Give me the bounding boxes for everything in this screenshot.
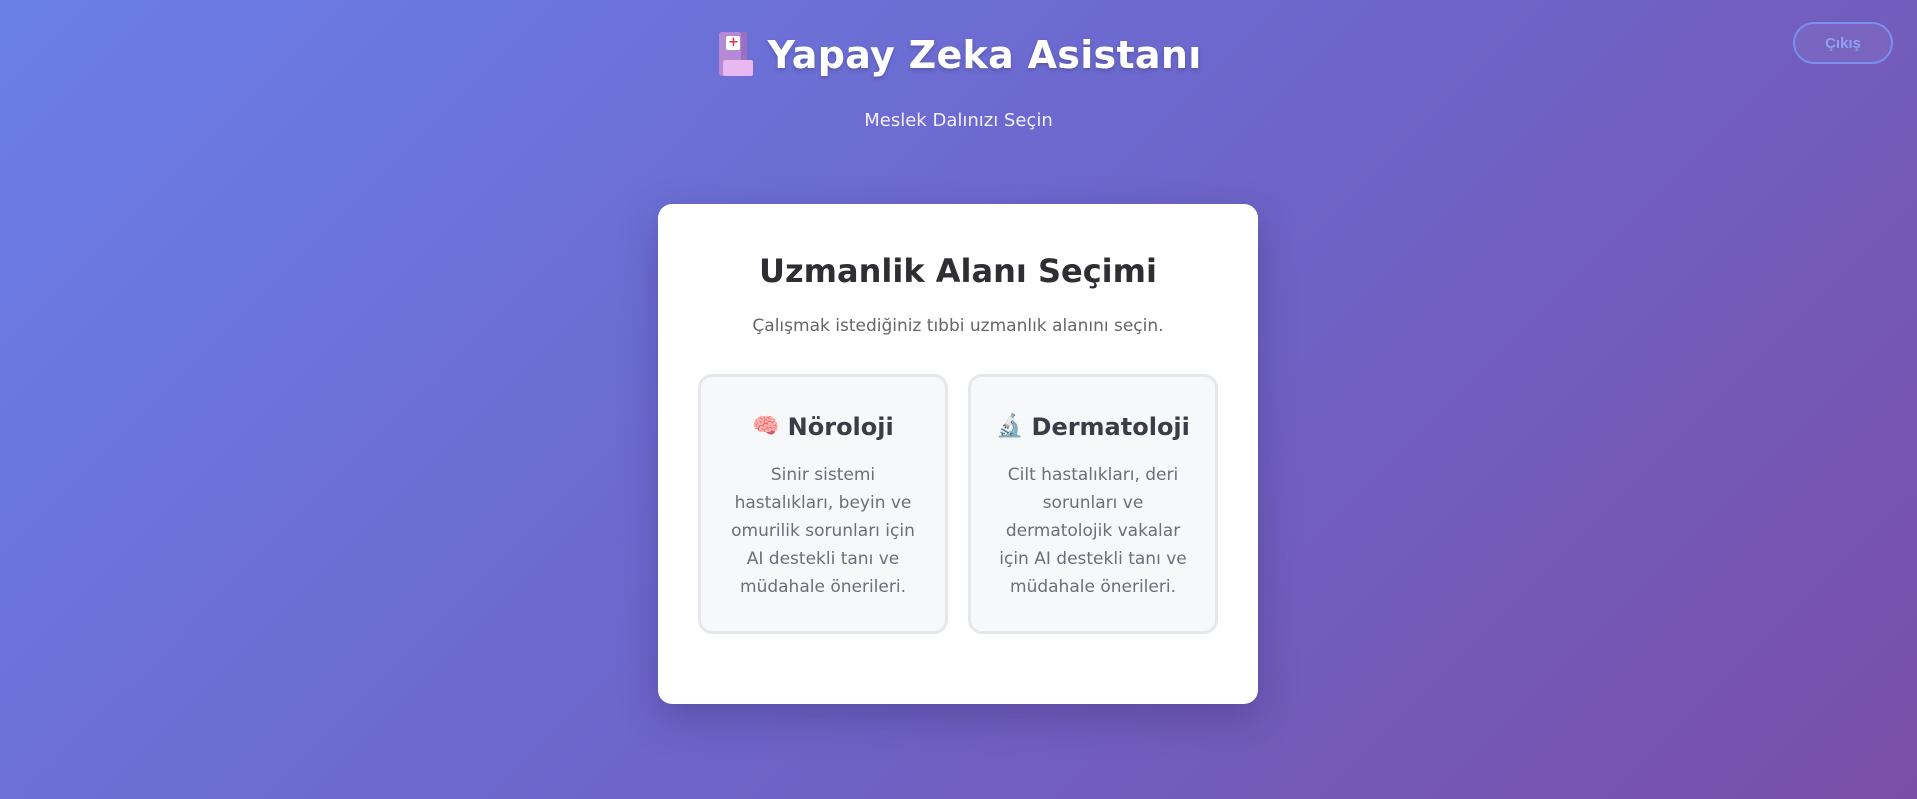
specialty-options: 🧠 Nöroloji Sinir sistemi hastalıkları, b… [698, 374, 1218, 634]
brain-icon: 🧠 [752, 414, 780, 439]
specialty-selection-card: Uzmanlik Alanı Seçimi Çalışmak istediğin… [658, 204, 1258, 704]
logout-button[interactable]: Çıkış [1793, 22, 1893, 64]
option-dermatology[interactable]: 🔬 Dermatoloji Cilt hastalıkları, deri so… [968, 374, 1218, 634]
option-description: Cilt hastalıkları, deri sorunları ve der… [999, 465, 1187, 597]
option-label: Dermatoloji [1031, 413, 1190, 441]
page-subtitle: Meslek Dalınızı Seçin [864, 110, 1053, 131]
page-header: + Yapay Zeka Asistanı Meslek Dalınızı Se… [0, 28, 1917, 131]
hospital-icon: + [715, 32, 754, 78]
option-description: Sinir sistemi hastalıkları, beyin ve omu… [731, 465, 915, 597]
option-header: 🧠 Nöroloji [723, 413, 923, 441]
option-header: 🔬 Dermatoloji [993, 413, 1193, 441]
option-label: Nöroloji [787, 413, 894, 441]
card-title: Uzmanlik Alanı Seçimi [759, 252, 1157, 290]
page-title: Yapay Zeka Asistanı [767, 33, 1202, 77]
card-description: Çalışmak istediğiniz tıbbi uzmanlık alan… [752, 316, 1164, 336]
title-row: + Yapay Zeka Asistanı [0, 28, 1917, 82]
option-neurology[interactable]: 🧠 Nöroloji Sinir sistemi hastalıkları, b… [698, 374, 948, 634]
microscope-icon: 🔬 [996, 414, 1024, 439]
